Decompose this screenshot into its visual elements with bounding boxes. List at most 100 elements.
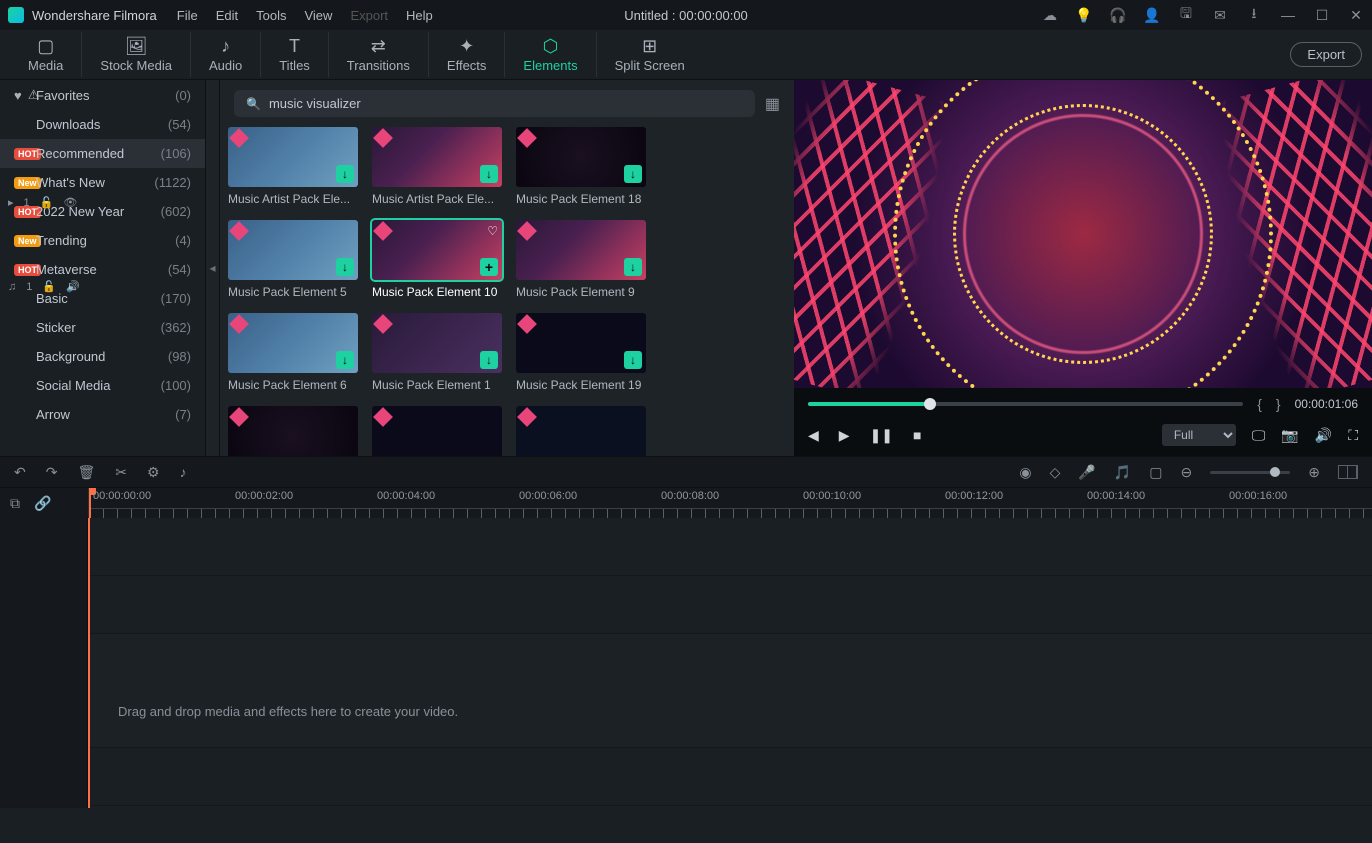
timeline-ruler[interactable]: 00:00:00:0000:00:02:0000:00:04:0000:00:0…: [88, 488, 1372, 518]
cut-icon[interactable]: ✂: [115, 464, 127, 481]
element-card[interactable]: ↓Music Artist Pack Ele...: [228, 127, 358, 206]
grid-view-toggle[interactable]: ▦: [765, 94, 780, 114]
download-icon[interactable]: ↓: [624, 258, 642, 276]
prev-frame-button[interactable]: ◀: [808, 427, 819, 444]
stop-button[interactable]: ■: [913, 427, 921, 443]
tab-stock-media[interactable]: 🖼Stock Media: [82, 32, 191, 77]
tab-split-screen[interactable]: ⊞Split Screen: [597, 32, 703, 77]
sidebar-item-recommended[interactable]: HOTRecommended(106): [0, 139, 205, 168]
menu-tools[interactable]: Tools: [256, 8, 286, 23]
scrub-track[interactable]: [808, 402, 1243, 406]
eye-icon[interactable]: 👁: [63, 196, 77, 209]
video-track-header[interactable]: ▸ 1 🔓 👁: [0, 196, 85, 209]
timeline-snap-icon[interactable]: ⧉: [10, 495, 20, 512]
element-thumb[interactable]: ↓: [516, 313, 646, 373]
close-icon[interactable]: ✕: [1348, 7, 1364, 23]
element-thumb[interactable]: ↓: [516, 220, 646, 280]
menu-view[interactable]: View: [304, 8, 332, 23]
mute-icon[interactable]: 🔊: [66, 280, 80, 293]
redo-icon[interactable]: ↷: [46, 464, 58, 481]
add-to-timeline-icon[interactable]: +: [480, 258, 498, 276]
sidebar-item-downloads[interactable]: Downloads(54): [0, 110, 205, 139]
search-box[interactable]: 🔍: [234, 90, 755, 117]
sidebar-item-social-media[interactable]: Social Media(100): [0, 371, 205, 400]
menu-edit[interactable]: Edit: [216, 8, 238, 23]
maximize-icon[interactable]: ☐: [1314, 7, 1330, 23]
user-icon[interactable]: 👤: [1144, 7, 1160, 23]
element-card[interactable]: [372, 406, 502, 456]
element-thumb[interactable]: ↓: [372, 313, 502, 373]
sidebar-item-arrow[interactable]: Arrow(7): [0, 400, 205, 429]
element-thumb[interactable]: ↓: [228, 127, 358, 187]
tab-elements[interactable]: ⬡Elements: [505, 32, 596, 77]
play-button[interactable]: ▶: [839, 427, 850, 444]
mail-icon[interactable]: ✉: [1212, 7, 1228, 23]
audio-icon[interactable]: ♪: [180, 464, 187, 480]
music-icon[interactable]: 🎵: [1114, 464, 1131, 481]
minimize-icon[interactable]: —: [1280, 7, 1296, 23]
lock-icon[interactable]: 🔓: [42, 280, 56, 293]
download-icon[interactable]: ↓: [624, 351, 642, 369]
sidebar-item-background[interactable]: Background(98): [0, 342, 205, 371]
sidebar-item-sticker[interactable]: Sticker(362): [0, 313, 205, 342]
element-grid[interactable]: ↓Music Artist Pack Ele...↓Music Artist P…: [220, 127, 794, 456]
element-card[interactable]: ↓Music Pack Element 5: [228, 220, 358, 299]
menu-help[interactable]: Help: [406, 8, 433, 23]
record-voice-icon[interactable]: 🎤: [1078, 464, 1095, 481]
element-card[interactable]: ↓Music Pack Element 1: [372, 313, 502, 392]
zoom-in-icon[interactable]: ⊕: [1308, 464, 1320, 481]
element-thumb[interactable]: [516, 406, 646, 456]
tab-effects[interactable]: ✦Effects: [429, 32, 506, 77]
element-thumb[interactable]: ↓: [516, 127, 646, 187]
element-card[interactable]: ↓Music Pack Element 18: [516, 127, 646, 206]
snapshot-icon[interactable]: 📷: [1281, 427, 1298, 444]
element-thumb[interactable]: [372, 406, 502, 456]
download-icon[interactable]: ↓: [624, 165, 642, 183]
crop-icon[interactable]: ▢: [1149, 464, 1162, 481]
favorite-icon[interactable]: ♡: [487, 224, 498, 238]
timeline-body[interactable]: Drag and drop media and effects here to …: [88, 518, 1372, 808]
quality-select[interactable]: Full: [1162, 424, 1236, 446]
download-icon[interactable]: ↓: [480, 351, 498, 369]
download-icon[interactable]: ⭳: [1246, 7, 1262, 23]
delete-icon[interactable]: 🗑: [77, 464, 95, 481]
save-icon[interactable]: 🖫: [1178, 7, 1194, 23]
element-thumb[interactable]: ↓: [372, 127, 502, 187]
element-card[interactable]: ♡+Music Pack Element 10: [372, 220, 502, 299]
adjust-icon[interactable]: ⚙: [147, 464, 160, 481]
element-card[interactable]: ↓Music Pack Element 9: [516, 220, 646, 299]
search-input[interactable]: [269, 96, 743, 111]
lightbulb-icon[interactable]: 💡: [1076, 7, 1092, 23]
tab-audio[interactable]: ♪Audio: [191, 32, 261, 77]
volume-icon[interactable]: 🔊: [1315, 427, 1332, 444]
element-card[interactable]: ↓Music Artist Pack Ele...: [372, 127, 502, 206]
cloud-icon[interactable]: ☁: [1042, 7, 1058, 23]
mark-out-icon[interactable]: }: [1276, 396, 1281, 412]
tab-titles[interactable]: TTitles: [261, 32, 329, 77]
zoom-out-icon[interactable]: ⊖: [1181, 464, 1193, 481]
playhead-line[interactable]: [88, 518, 90, 808]
mark-in-icon[interactable]: {: [1257, 396, 1262, 412]
undo-icon[interactable]: ↶: [14, 464, 26, 481]
render-icon[interactable]: ◉: [1019, 464, 1031, 481]
tab-media[interactable]: ▢Media: [10, 32, 82, 77]
audio-track-header[interactable]: ♫ 1 🔓 🔊: [0, 280, 88, 293]
sidebar-item-what-s-new[interactable]: NewWhat's New(1122): [0, 168, 205, 197]
download-icon[interactable]: ↓: [480, 165, 498, 183]
marker-icon[interactable]: ◇: [1050, 464, 1061, 481]
element-thumb[interactable]: ↓: [228, 313, 358, 373]
element-card[interactable]: ↓Music Pack Element 19: [516, 313, 646, 392]
download-icon[interactable]: ↓: [336, 165, 354, 183]
download-icon[interactable]: ↓: [336, 351, 354, 369]
element-thumb[interactable]: ♡+: [372, 220, 502, 280]
dual-view-toggle[interactable]: [1338, 465, 1358, 479]
export-button[interactable]: Export: [1290, 42, 1362, 67]
zoom-slider[interactable]: [1210, 471, 1290, 474]
display-icon[interactable]: 🖵: [1252, 427, 1266, 444]
preview-canvas[interactable]: [794, 80, 1372, 388]
menu-file[interactable]: File: [177, 8, 198, 23]
element-card[interactable]: [516, 406, 646, 456]
timeline-link-icon[interactable]: 🔗: [34, 495, 51, 512]
fullscreen-icon[interactable]: ⛶: [1348, 427, 1358, 444]
element-thumb[interactable]: ↓: [228, 220, 358, 280]
